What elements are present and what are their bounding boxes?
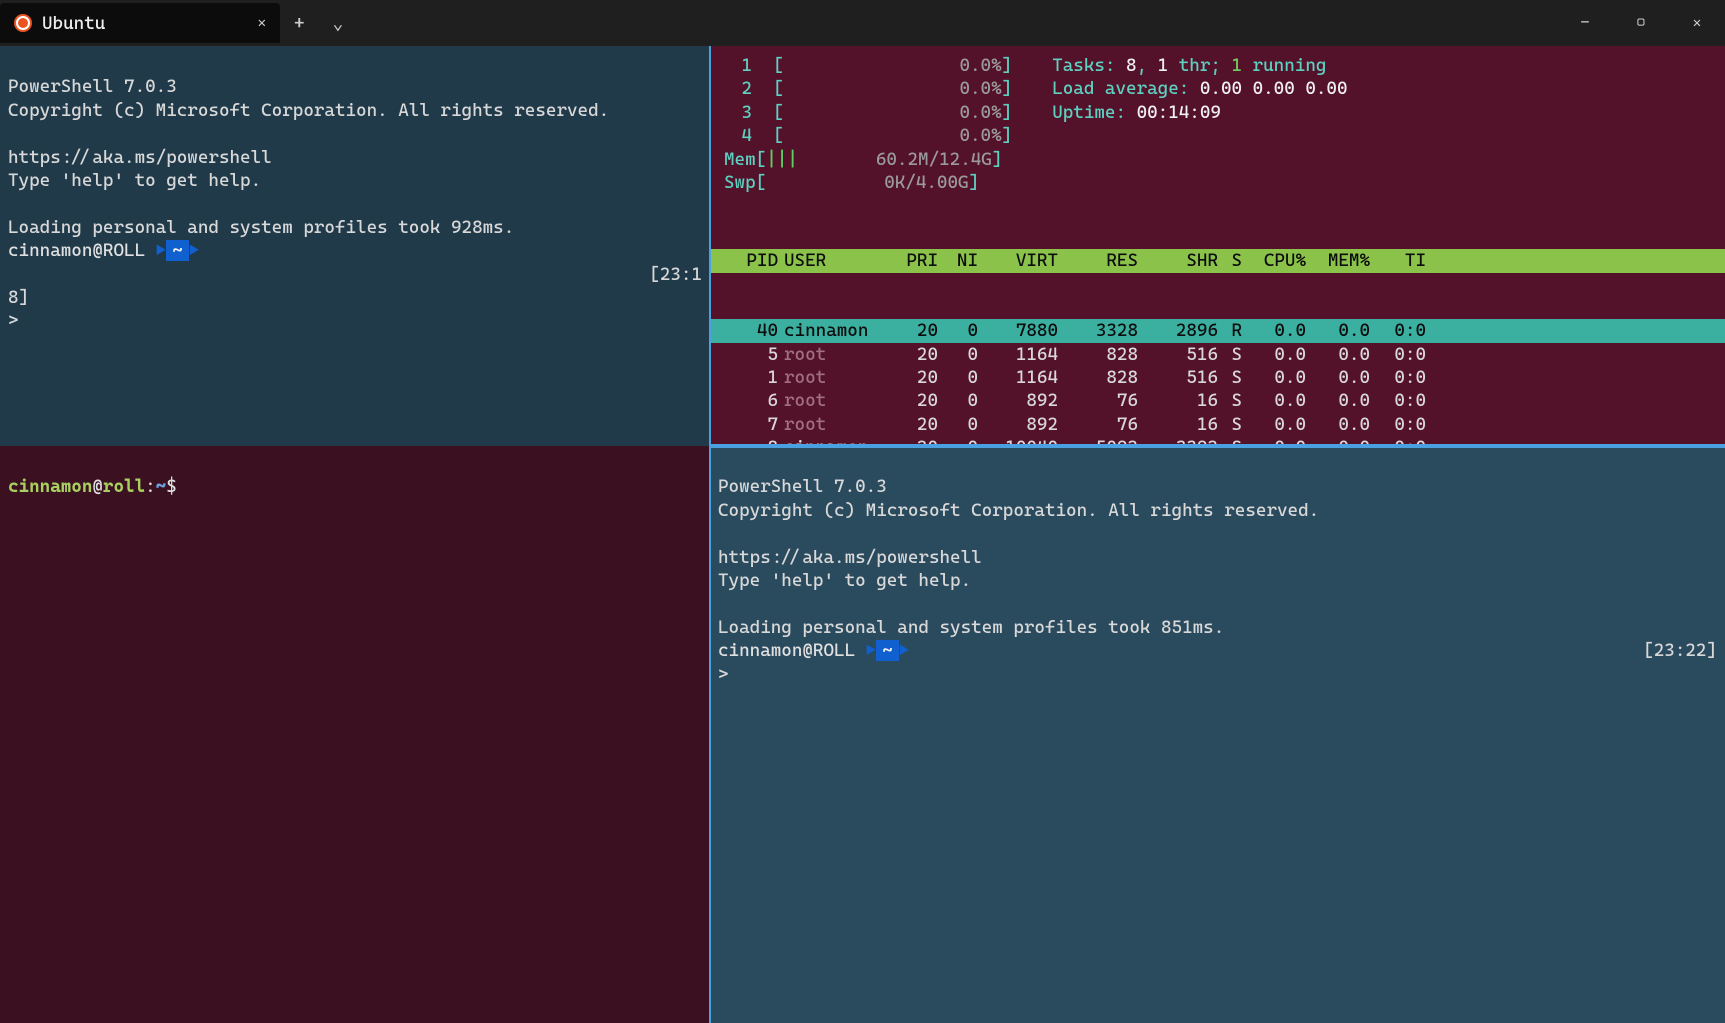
htop-col-res[interactable]: RES xyxy=(1058,249,1138,272)
htop-col-mem%[interactable]: MEM% xyxy=(1306,249,1370,272)
close-button[interactable]: ✕ xyxy=(1669,0,1725,46)
tab-close-icon[interactable]: ✕ xyxy=(258,15,266,31)
ps-continuation-prompt: > xyxy=(8,310,19,331)
titlebar: Ubuntu ✕ + ⌄ — ▢ ✕ xyxy=(0,0,1725,46)
ps-banner-line: PowerShell 7.0.3 xyxy=(8,76,177,97)
prompt-arrow-icon: ▶ xyxy=(189,240,200,261)
prompt-user: cinnamon@ROLL xyxy=(8,240,156,261)
ps-banner-line: https://aka.ms/powershell xyxy=(8,147,272,168)
ubuntu-icon xyxy=(14,14,32,32)
htop-process-list: PIDUSERPRINIVIRTRESSHRSCPU%MEM%TI 40 cin… xyxy=(710,202,1725,446)
new-tab-button[interactable]: + xyxy=(280,0,319,46)
tab-label: Ubuntu xyxy=(42,13,105,34)
htop-meters: 1 [0.0%]2 [0.0%]3 [0.0%]4 [0.0%]Mem[|||6… xyxy=(710,46,1725,202)
htop-col-virt[interactable]: VIRT xyxy=(978,249,1058,272)
bash-prompt: cinnamon@roll:~$ xyxy=(8,476,177,497)
prompt-path: ~ xyxy=(876,640,899,661)
htop-column-header[interactable]: PIDUSERPRINIVIRTRESSHRSCPU%MEM%TI xyxy=(710,249,1725,272)
tab-ubuntu[interactable]: Ubuntu ✕ xyxy=(0,3,280,43)
ps-banner-line: Type 'help' to get help. xyxy=(8,170,261,191)
prompt-arrow-icon: ▶ xyxy=(899,640,910,661)
htop-process-row[interactable]: 7 root 20 0 892 76 16 S 0.0 0.0 0:0 xyxy=(710,413,1725,436)
prompt-path: ~ xyxy=(166,240,189,261)
window-controls: — ▢ ✕ xyxy=(1557,0,1725,46)
htop-process-row[interactable]: 40 cinnamon 20 0 7880 3328 2896 R 0.0 0.… xyxy=(710,319,1725,342)
tab-strip: Ubuntu ✕ + ⌄ xyxy=(0,0,357,46)
ps-banner-line: PowerShell 7.0.3 xyxy=(718,476,887,497)
clock-indicator: [23:1 xyxy=(649,263,702,286)
ps-banner-line: https://aka.ms/powershell xyxy=(718,547,982,568)
htop-col-cpu%[interactable]: CPU% xyxy=(1242,249,1306,272)
pane-powershell-tl[interactable]: PowerShell 7.0.3 Copyright (c) Microsoft… xyxy=(0,46,710,446)
prompt-arrow-icon: ▶ xyxy=(866,640,877,661)
htop-col-ni[interactable]: NI xyxy=(938,249,978,272)
tab-dropdown-button[interactable]: ⌄ xyxy=(319,0,358,46)
htop-process-row[interactable]: 5 root 20 0 1164 828 516 S 0.0 0.0 0:0 xyxy=(710,343,1725,366)
split-divider-horizontal[interactable] xyxy=(710,444,1725,448)
htop-col-user[interactable]: USER xyxy=(778,249,878,272)
htop-col-shr[interactable]: SHR xyxy=(1138,249,1218,272)
ps-banner-line: Type 'help' to get help. xyxy=(718,570,971,591)
ps-banner-line: Copyright (c) Microsoft Corporation. All… xyxy=(718,500,1319,521)
htop-process-row[interactable]: 6 root 20 0 892 76 16 S 0.0 0.0 0:0 xyxy=(710,389,1725,412)
htop-cpu-meters: 1 [0.0%]2 [0.0%]3 [0.0%]4 [0.0%]Mem[|||6… xyxy=(724,54,1012,194)
pane-bash-bl[interactable]: cinnamon@roll:~$ xyxy=(0,446,710,1023)
ps-continuation-prompt: > xyxy=(718,664,729,685)
terminal-panes: PowerShell 7.0.3 Copyright (c) Microsoft… xyxy=(0,46,1725,1023)
htop-col-pri[interactable]: PRI xyxy=(878,249,938,272)
ps-banner-line: Copyright (c) Microsoft Corporation. All… xyxy=(8,100,609,121)
htop-process-row[interactable]: 1 root 20 0 1164 828 516 S 0.0 0.0 0:0 xyxy=(710,366,1725,389)
split-divider-vertical[interactable] xyxy=(709,46,711,1023)
prompt-user: cinnamon@ROLL xyxy=(718,640,866,661)
pane-powershell-br[interactable]: PowerShell 7.0.3 Copyright (c) Microsoft… xyxy=(710,446,1725,1023)
ps-output-line: 8] xyxy=(8,287,29,308)
maximize-button[interactable]: ▢ xyxy=(1613,0,1669,46)
prompt-arrow-icon: ▶ xyxy=(156,240,167,261)
htop-col-s[interactable]: S xyxy=(1218,249,1242,272)
minimize-button[interactable]: — xyxy=(1557,0,1613,46)
clock-indicator: [23:22] xyxy=(1643,639,1717,662)
ps-banner-line: Loading personal and system profiles too… xyxy=(8,217,514,238)
htop-col-pid[interactable]: PID xyxy=(718,249,778,272)
ps-banner-line: Loading personal and system profiles too… xyxy=(718,617,1224,638)
htop-summary: Tasks: 8, 1 thr; 1 runningLoad average: … xyxy=(1052,54,1347,194)
htop-col-ti[interactable]: TI xyxy=(1370,249,1426,272)
pane-htop[interactable]: 1 [0.0%]2 [0.0%]3 [0.0%]4 [0.0%]Mem[|||6… xyxy=(710,46,1725,446)
